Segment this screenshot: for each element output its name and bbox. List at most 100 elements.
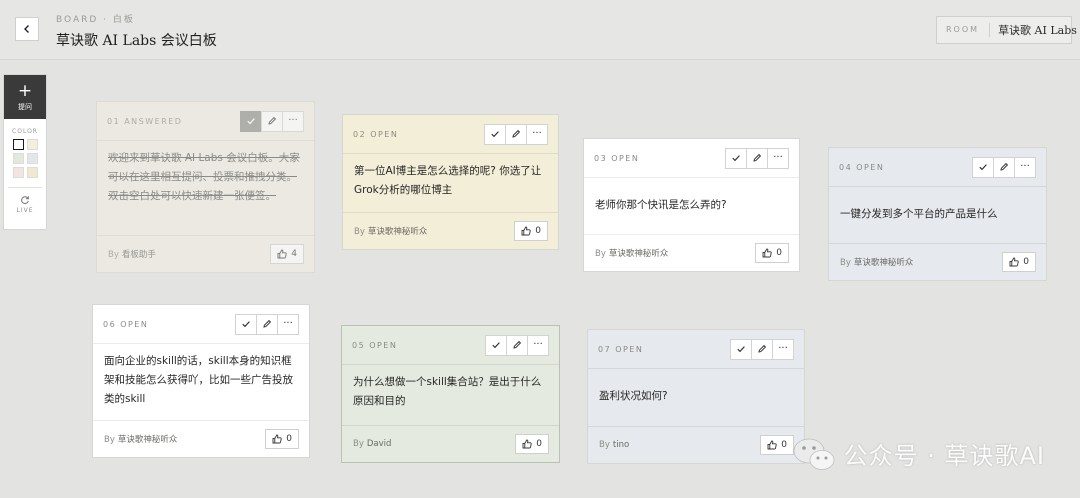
- card-author: By 草诀歌神秘听众: [104, 433, 177, 445]
- card-status-label: OPEN: [120, 319, 149, 329]
- mark-answered-button[interactable]: [240, 110, 262, 132]
- question-card[interactable]: 03 OPEN ··· 老师你那个快讯是怎么弄的? By 草诀歌神秘听众 0: [583, 138, 800, 272]
- upvote-button[interactable]: 4: [270, 244, 304, 264]
- more-options-button[interactable]: ···: [1014, 156, 1036, 178]
- color-swatches: [4, 139, 46, 178]
- card-header: 01 ANSWERED ···: [97, 102, 314, 141]
- card-status: 05 OPEN: [352, 341, 397, 350]
- ask-question-button[interactable]: + 提问: [4, 75, 46, 119]
- pencil-icon: [1000, 162, 1009, 171]
- mark-answered-button[interactable]: [730, 338, 752, 360]
- card-question-text: 老师你那个快讯是怎么弄的?: [595, 199, 727, 211]
- question-card[interactable]: 05 OPEN ··· 为什么想做一个skill集合站？是出于什么原因和目的 By…: [341, 325, 560, 463]
- upvote-button[interactable]: 0: [1002, 252, 1036, 272]
- author-name: 草诀歌神秘听众: [117, 435, 178, 445]
- upvote-button[interactable]: 0: [760, 435, 794, 455]
- vote-count: 0: [535, 226, 541, 236]
- check-icon: [491, 131, 499, 138]
- more-icon: ···: [533, 339, 543, 350]
- edit-button[interactable]: [505, 123, 527, 145]
- mark-answered-button[interactable]: [235, 313, 257, 335]
- color-swatch[interactable]: [12, 139, 24, 150]
- check-icon: [492, 342, 500, 349]
- card-author: By tino: [599, 440, 629, 450]
- by-label: By: [353, 439, 364, 449]
- thumbs-up-icon: [1009, 257, 1019, 267]
- question-card[interactable]: 02 OPEN ··· 第一位AI博主是怎么选择的呢? 你选了让Grok分析的哪位…: [342, 114, 559, 250]
- by-label: By: [104, 435, 115, 445]
- edit-button[interactable]: [993, 156, 1015, 178]
- edit-button[interactable]: [256, 313, 278, 335]
- upvote-button[interactable]: 0: [265, 429, 299, 449]
- breadcrumb: BOARD · 白板: [56, 15, 135, 25]
- card-question-text: 面向企业的skill的话，skill本身的知识框架和技能怎么获得吖，比如一些广告…: [104, 355, 293, 405]
- check-icon: [247, 118, 255, 125]
- pencil-icon: [263, 319, 272, 328]
- mark-answered-button[interactable]: [484, 123, 506, 145]
- card-status: 01 ANSWERED: [107, 117, 182, 126]
- thumbs-up-icon: [767, 440, 777, 450]
- mark-answered-button[interactable]: [972, 156, 994, 178]
- check-icon: [737, 346, 745, 353]
- top-bar: BOARD · 白板 草诀歌 AI Labs 会议白板 ROOM 草诀歌 AI …: [0, 0, 1080, 60]
- pencil-icon: [758, 344, 767, 353]
- card-status-label: OPEN: [370, 129, 399, 139]
- question-card[interactable]: 04 OPEN ··· 一键分发到多个平台的产品是什么 By 草诀歌神秘听众 0: [828, 147, 1047, 281]
- question-card[interactable]: 07 OPEN ··· 盈利状况如何? By tino 0: [587, 329, 805, 464]
- by-label: By: [108, 250, 119, 260]
- upvote-button[interactable]: 0: [515, 434, 549, 454]
- edit-button[interactable]: [751, 338, 773, 360]
- card-status-label: OPEN: [369, 340, 398, 350]
- edit-button[interactable]: [746, 147, 768, 169]
- mark-answered-button[interactable]: [725, 147, 747, 169]
- card-actions: ···: [725, 147, 789, 169]
- card-status: 07 OPEN: [598, 345, 643, 354]
- by-label: By: [599, 440, 610, 450]
- question-card[interactable]: 01 ANSWERED ··· 欢迎来到草诀歌 AI Labs 会议白板。大家可以…: [96, 101, 315, 273]
- card-number: 04: [839, 162, 853, 172]
- edit-button[interactable]: [506, 334, 528, 356]
- upvote-button[interactable]: 0: [514, 221, 548, 241]
- color-label: COLOR: [12, 128, 38, 135]
- by-label: By: [354, 227, 365, 237]
- live-button[interactable]: LIVE: [4, 195, 46, 214]
- more-options-button[interactable]: ···: [772, 338, 794, 360]
- card-question-text: 盈利状况如何?: [599, 390, 668, 402]
- card-author: By 草诀歌神秘听众: [595, 247, 668, 259]
- watermark-text: 公众号 · 草诀歌AI: [843, 442, 1045, 470]
- more-options-button[interactable]: ···: [527, 334, 549, 356]
- upvote-button[interactable]: 0: [755, 243, 789, 263]
- card-actions: ···: [484, 123, 548, 145]
- question-card[interactable]: 06 OPEN ··· 面向企业的skill的话，skill本身的知识框架和技能怎…: [92, 304, 310, 458]
- card-author: By David: [353, 439, 391, 449]
- color-swatch[interactable]: [26, 167, 38, 178]
- color-swatch[interactable]: [26, 153, 38, 164]
- mark-answered-button[interactable]: [485, 334, 507, 356]
- by-label: By: [840, 258, 851, 268]
- card-status-label: OPEN: [856, 162, 885, 172]
- card-number: 05: [352, 340, 366, 350]
- color-swatch[interactable]: [12, 153, 24, 164]
- card-number: 06: [103, 319, 117, 329]
- thumbs-up-icon: [277, 249, 287, 259]
- pencil-icon: [268, 116, 277, 125]
- color-swatch[interactable]: [12, 167, 24, 178]
- plus-icon: +: [17, 80, 33, 101]
- color-swatch[interactable]: [26, 139, 38, 150]
- card-header: 03 OPEN ···: [584, 139, 799, 178]
- card-number: 03: [594, 153, 608, 163]
- card-actions: ···: [485, 334, 549, 356]
- card-footer: By 草诀歌神秘听众 0: [93, 420, 309, 457]
- edit-button[interactable]: [261, 110, 283, 132]
- card-actions: ···: [240, 110, 304, 132]
- card-status: 04 OPEN: [839, 163, 884, 172]
- author-name: 草诀歌神秘听众: [608, 249, 669, 259]
- more-options-button[interactable]: ···: [277, 313, 299, 335]
- author-name: 草诀歌神秘听众: [367, 227, 428, 237]
- author-name: 看板助手: [121, 250, 156, 260]
- more-options-button[interactable]: ···: [767, 147, 789, 169]
- back-button[interactable]: [15, 17, 39, 41]
- more-options-button[interactable]: ···: [526, 123, 548, 145]
- more-options-button[interactable]: ···: [282, 110, 304, 132]
- card-question-text: 欢迎来到草诀歌 AI Labs 会议白板。大家可以在这里相互提问、投票和推拽分类…: [108, 152, 300, 202]
